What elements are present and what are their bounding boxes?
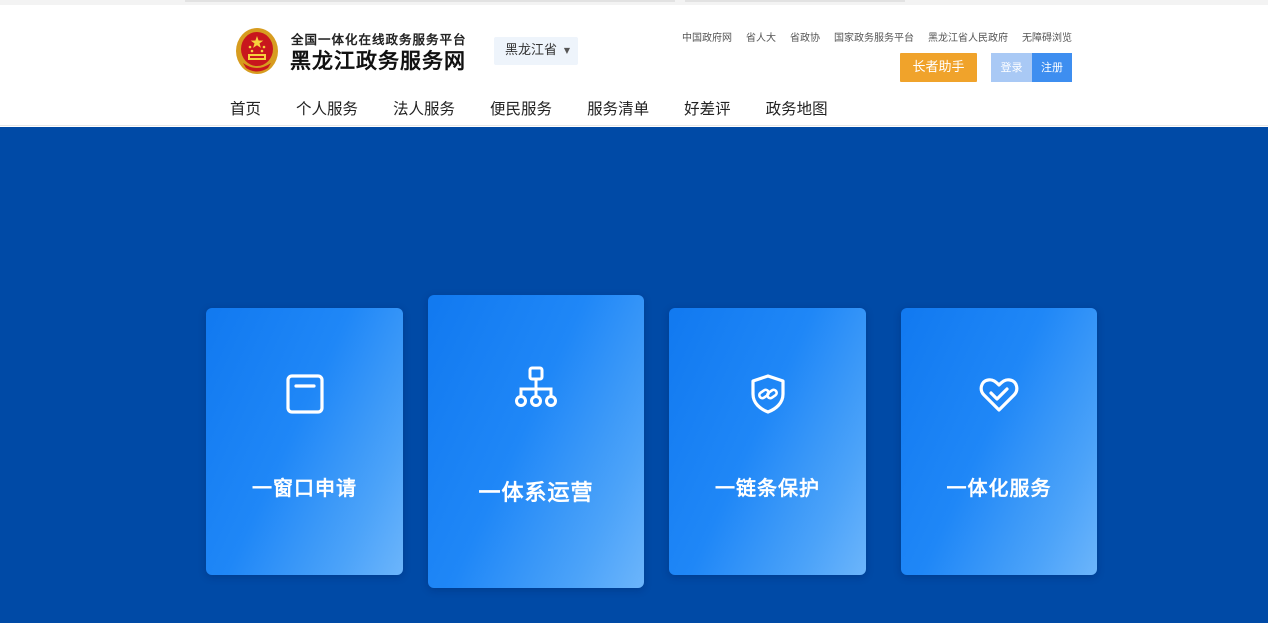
top-link-national-platform[interactable]: 国家政务服务平台 — [834, 29, 914, 44]
elder-assistant-button[interactable]: 长者助手 — [900, 53, 977, 82]
caret-down-icon: ▼ — [563, 46, 570, 55]
nav-item-map[interactable]: 政务地图 — [766, 97, 828, 119]
nav-item-home[interactable]: 首页 — [230, 97, 261, 119]
top-links: 中国政府网 省人大 省政协 国家政务服务平台 黑龙江省人民政府 无障碍浏览 — [682, 29, 1072, 44]
window-icon — [285, 374, 324, 414]
top-strip-segment — [685, 0, 905, 2]
heart-check-icon — [979, 378, 1019, 412]
top-link-npc[interactable]: 省人大 — [746, 29, 776, 44]
top-link-provincial-gov[interactable]: 黑龙江省人民政府 — [928, 29, 1008, 44]
card-system-operation[interactable]: 一体系运营 — [428, 295, 644, 588]
top-link-accessibility[interactable]: 无障碍浏览 — [1022, 29, 1072, 44]
logo-title[interactable]: 黑龙江政务服务网 — [290, 45, 466, 75]
card-integrated-service[interactable]: 一体化服务 — [901, 308, 1097, 575]
site-header: 全国一体化在线政务服务平台 黑龙江政务服务网 黑龙江省 ▼ 中国政府网 省人大 … — [0, 5, 1268, 126]
national-emblem-icon — [236, 28, 278, 74]
nav-item-service-list[interactable]: 服务清单 — [587, 97, 649, 119]
top-link-cppcc[interactable]: 省政协 — [790, 29, 820, 44]
card-label: 一体化服务 — [946, 476, 1052, 500]
main-nav: 首页 个人服务 法人服务 便民服务 服务清单 好差评 政务地图 — [230, 97, 863, 119]
hero-banner: 一窗口申请 一体系运营 一链条保护 一体化服务 — [0, 127, 1268, 623]
register-button[interactable]: 注册 — [1032, 53, 1072, 82]
top-strip-segment — [185, 0, 675, 2]
shield-link-icon — [750, 374, 785, 414]
top-link-gov[interactable]: 中国政府网 — [682, 29, 732, 44]
card-window-application[interactable]: 一窗口申请 — [206, 308, 403, 575]
province-selector-label: 黑龙江省 — [505, 43, 558, 58]
org-chart-icon — [515, 366, 557, 407]
nav-item-convenience[interactable]: 便民服务 — [490, 97, 552, 119]
card-label: 一链条保护 — [715, 476, 820, 500]
card-label: 一窗口申请 — [252, 476, 357, 500]
province-selector[interactable]: 黑龙江省 ▼ — [494, 37, 578, 65]
login-button[interactable]: 登录 — [991, 53, 1032, 82]
card-label: 一体系运营 — [478, 481, 594, 506]
nav-item-legal-entity[interactable]: 法人服务 — [393, 97, 455, 119]
nav-item-personal[interactable]: 个人服务 — [296, 97, 358, 119]
nav-item-rating[interactable]: 好差评 — [684, 97, 731, 119]
card-chain-protection[interactable]: 一链条保护 — [669, 308, 866, 575]
